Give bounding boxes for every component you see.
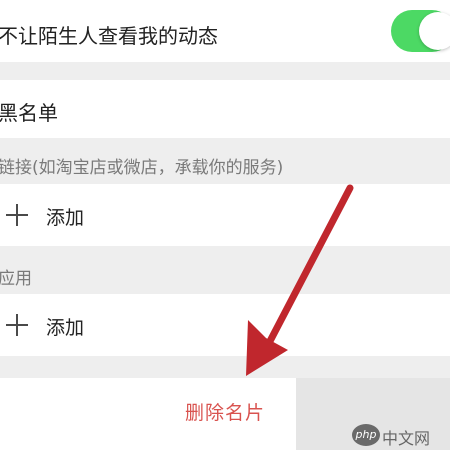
- links-section-label: 链接(如淘宝店或微店，承载你的服务): [0, 158, 284, 178]
- apps-section-label: 应用: [0, 269, 32, 289]
- apps-add-label: 添加: [46, 317, 85, 339]
- php-logo-icon: php: [352, 424, 380, 446]
- plus-icon: [6, 204, 28, 226]
- apps-add-row[interactable]: 添加: [0, 294, 450, 356]
- hide-from-strangers-row[interactable]: 不让陌生人查看我的动态: [0, 0, 450, 62]
- blacklist-row[interactable]: 黑名单: [0, 80, 450, 138]
- toggle-knob: [419, 12, 450, 50]
- watermark-text: 中文网: [382, 429, 431, 448]
- hide-from-strangers-toggle[interactable]: [391, 10, 450, 52]
- blacklist-label: 黑名单: [0, 101, 58, 125]
- hide-from-strangers-label: 不让陌生人查看我的动态: [0, 24, 218, 48]
- watermark: php 中文网: [352, 424, 450, 448]
- links-add-row[interactable]: 添加: [0, 184, 450, 246]
- links-add-label: 添加: [46, 207, 85, 229]
- plus-icon: [6, 314, 28, 336]
- settings-screen: 不让陌生人查看我的动态 黑名单 链接(如淘宝店或微店，承载你的服务) 添加 应用…: [0, 0, 450, 450]
